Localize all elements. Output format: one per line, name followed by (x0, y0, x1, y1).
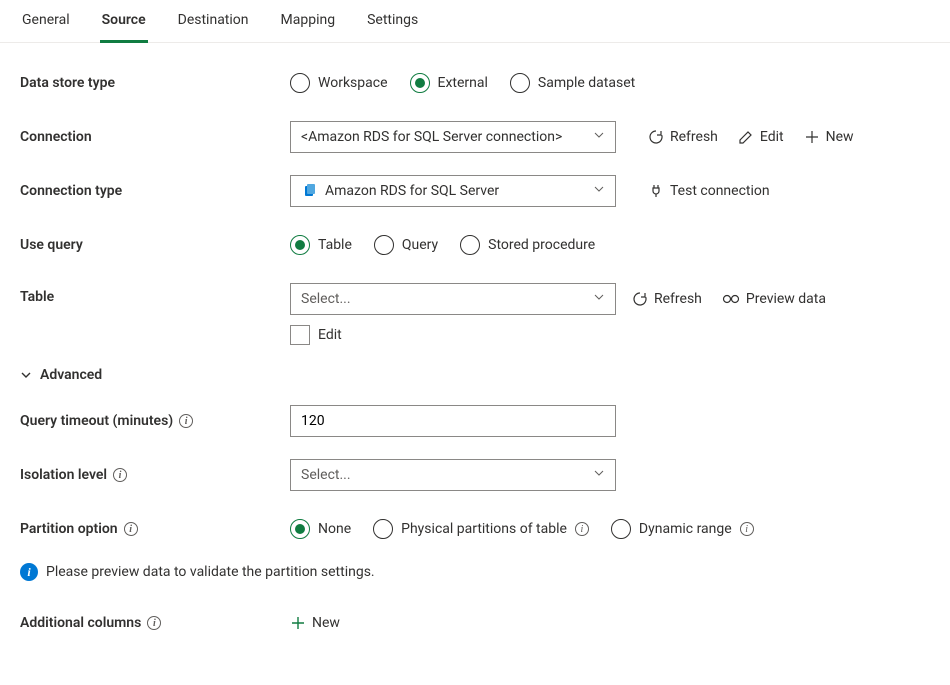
edit-icon (738, 129, 754, 145)
refresh-icon (648, 129, 664, 145)
plus-icon (290, 615, 306, 631)
plug-icon (648, 183, 664, 199)
help-icon[interactable]: i (113, 468, 127, 482)
tab-mapping[interactable]: Mapping (279, 12, 338, 42)
help-icon[interactable]: i (740, 522, 754, 536)
radio-partition-dynamic[interactable]: Dynamic range i (611, 519, 754, 539)
help-icon[interactable]: i (179, 414, 193, 428)
refresh-label: Refresh (670, 129, 718, 145)
label-data-store-type: Data store type (20, 75, 290, 91)
label-isolation-level: Isolation level i (20, 467, 290, 483)
radio-partition-physical[interactable]: Physical partitions of table i (373, 519, 589, 539)
chevron-down-icon (593, 291, 605, 307)
help-icon[interactable]: i (575, 522, 589, 536)
label-partition-option: Partition option i (20, 521, 290, 537)
new-label: New (826, 129, 854, 145)
radio-workspace-label: Workspace (318, 75, 388, 91)
radio-sample-label: Sample dataset (538, 75, 635, 91)
radio-partition-none[interactable]: None (290, 519, 351, 539)
edit-table-checkbox[interactable] (290, 325, 310, 345)
edit-table-checkbox-label: Edit (318, 327, 342, 343)
radio-table-label: Table (318, 237, 352, 253)
refresh-table-label: Refresh (654, 291, 702, 307)
radio-query[interactable]: Query (374, 235, 438, 255)
refresh-icon (632, 291, 648, 307)
label-additional-columns: Additional columns i (20, 615, 290, 631)
isolation-level-placeholder: Select... (301, 467, 351, 483)
connection-type-select[interactable]: Amazon RDS for SQL Server (290, 175, 616, 207)
tabs: General Source Destination Mapping Setti… (0, 0, 950, 43)
help-icon[interactable]: i (147, 616, 161, 630)
glasses-icon (722, 293, 740, 305)
advanced-label: Advanced (40, 367, 102, 383)
preview-data-button[interactable]: Preview data (722, 291, 826, 307)
edit-label: Edit (760, 129, 784, 145)
preview-data-label: Preview data (746, 291, 826, 307)
table-placeholder: Select... (301, 291, 351, 307)
query-timeout-input[interactable] (301, 413, 605, 429)
radio-sample-dataset[interactable]: Sample dataset (510, 73, 635, 93)
radio-workspace[interactable]: Workspace (290, 73, 388, 93)
refresh-connection-button[interactable]: Refresh (648, 129, 718, 145)
chevron-down-icon (20, 369, 32, 381)
radio-query-label: Query (402, 237, 438, 253)
radio-group-partition: None Physical partitions of table i Dyna… (290, 519, 754, 539)
radio-dynamic-label: Dynamic range (639, 521, 732, 537)
advanced-toggle[interactable]: Advanced (20, 367, 930, 383)
test-connection-button[interactable]: Test connection (648, 183, 770, 199)
radio-external[interactable]: External (410, 73, 488, 93)
radio-table[interactable]: Table (290, 235, 352, 255)
info-icon: i (20, 563, 38, 581)
chevron-down-icon (593, 129, 605, 145)
label-query-timeout: Query timeout (minutes) i (20, 413, 290, 429)
connection-type-value: Amazon RDS for SQL Server (325, 183, 499, 199)
edit-connection-button[interactable]: Edit (738, 129, 784, 145)
tab-settings[interactable]: Settings (365, 12, 420, 42)
label-table: Table (20, 283, 290, 305)
connection-select[interactable]: <Amazon RDS for SQL Server connection> (290, 121, 616, 153)
radio-group-data-store-type: Workspace External Sample dataset (290, 73, 635, 93)
refresh-table-button[interactable]: Refresh (632, 291, 702, 307)
radio-none-label: None (318, 521, 351, 537)
info-text: Please preview data to validate the part… (46, 564, 375, 580)
tab-source[interactable]: Source (100, 12, 148, 43)
database-icon (301, 183, 317, 199)
table-select[interactable]: Select... (290, 283, 616, 315)
help-icon[interactable]: i (124, 522, 138, 536)
connection-value: <Amazon RDS for SQL Server connection> (301, 129, 562, 145)
chevron-down-icon (593, 183, 605, 199)
new-column-label: New (312, 615, 340, 631)
radio-physical-label: Physical partitions of table (401, 521, 567, 537)
radio-stored-procedure[interactable]: Stored procedure (460, 235, 595, 255)
radio-stored-label: Stored procedure (488, 237, 595, 253)
label-use-query: Use query (20, 237, 290, 253)
plus-icon (804, 129, 820, 145)
new-column-button[interactable]: New (290, 615, 340, 631)
chevron-down-icon (593, 467, 605, 483)
label-connection: Connection (20, 129, 290, 145)
new-connection-button[interactable]: New (804, 129, 854, 145)
query-timeout-input-wrapper (290, 405, 616, 437)
test-connection-label: Test connection (670, 183, 770, 199)
label-connection-type: Connection type (20, 183, 290, 199)
radio-group-use-query: Table Query Stored procedure (290, 235, 595, 255)
tab-general[interactable]: General (20, 12, 72, 42)
partition-info-message: i Please preview data to validate the pa… (20, 563, 930, 581)
isolation-level-select[interactable]: Select... (290, 459, 616, 491)
tab-destination[interactable]: Destination (176, 12, 251, 42)
radio-external-label: External (438, 75, 488, 91)
